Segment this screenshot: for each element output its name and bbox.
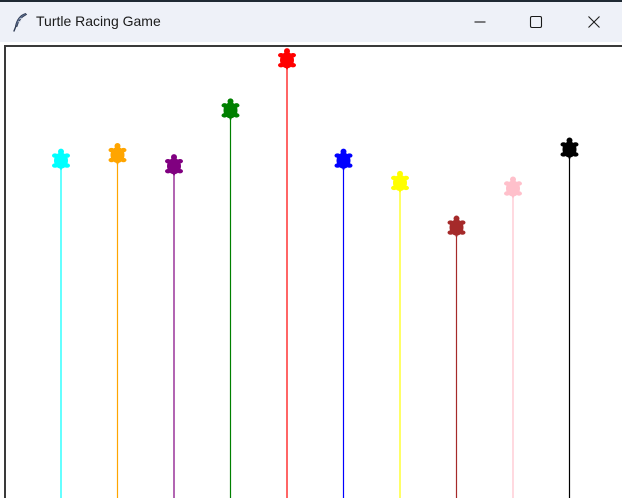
turtle-7: [391, 170, 409, 194]
race-canvas-frame: [4, 45, 622, 498]
maximize-icon: [529, 15, 543, 29]
maximize-button[interactable]: [513, 2, 559, 42]
race-canvas[interactable]: [6, 47, 622, 498]
minimize-icon: [474, 21, 486, 23]
turtle-8: [447, 215, 466, 239]
turtle-5: [278, 48, 296, 72]
minimize-button[interactable]: [457, 2, 503, 42]
turtle-2: [108, 143, 127, 167]
turtle-9: [504, 176, 522, 200]
turtle-4: [221, 98, 240, 122]
close-button[interactable]: [571, 2, 617, 42]
turtle-10: [560, 137, 579, 161]
app-window: Turtle Racing Game: [0, 0, 622, 498]
turtle-1: [52, 148, 70, 172]
window-title: Turtle Racing Game: [36, 13, 161, 29]
feather-icon: [11, 12, 29, 32]
title-bar[interactable]: Turtle Racing Game: [0, 2, 622, 42]
turtle-3: [165, 154, 183, 178]
turtle-6: [334, 148, 353, 172]
close-icon: [588, 16, 600, 28]
